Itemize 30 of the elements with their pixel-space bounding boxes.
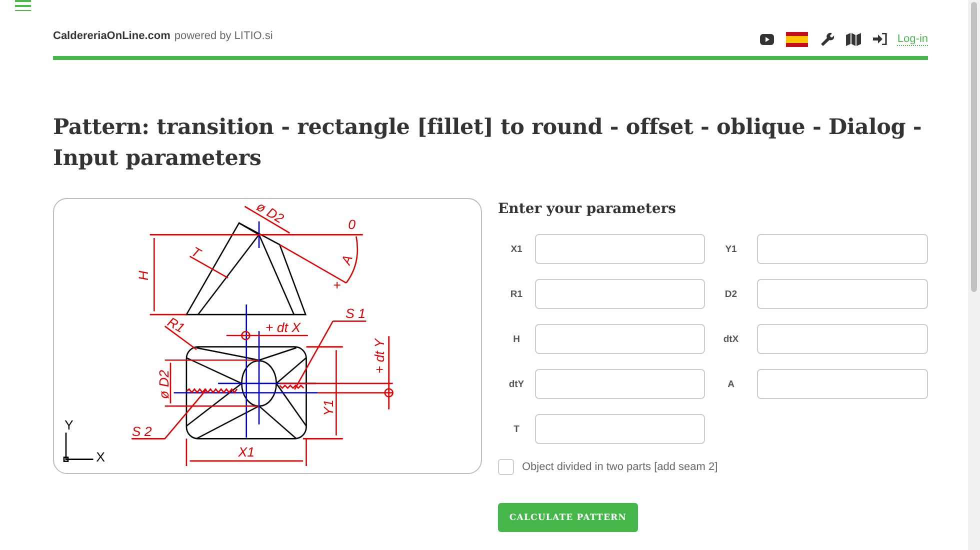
field-label: D2 (724, 288, 738, 300)
field-label: Y1 (724, 244, 738, 254)
form-heading: Enter your parameters (498, 201, 678, 217)
dimension-label: ø D2 (156, 370, 172, 399)
dimension-label: S 2 (132, 424, 152, 439)
field-label: T (512, 424, 520, 434)
dimension-label: + (333, 278, 341, 293)
dimension-label: R1 (164, 314, 188, 336)
dimension-label: H (136, 270, 152, 280)
dimension-label: + dt Y (372, 338, 387, 374)
field-label: A (726, 378, 736, 390)
dimension-label: ø D2 (254, 199, 286, 226)
dimension-label: + dt X (265, 320, 301, 336)
dimension-label: Y1 (320, 400, 336, 416)
powered-by-text: powered by LITIO.si (174, 30, 273, 42)
dimension-label: X1 (238, 444, 254, 460)
field-label: R1 (509, 288, 524, 300)
field-label: H (512, 334, 521, 344)
field-label: dtX (722, 334, 740, 344)
dimension-label: 0 (348, 217, 356, 232)
site-name[interactable]: CaldereriaOnLine.com (53, 30, 170, 42)
field-label: dtY (508, 378, 526, 390)
dimension-label: S 1 (346, 306, 366, 322)
dimension-label: T (188, 244, 204, 261)
axis-label: X (96, 449, 106, 464)
dimension-label: A (338, 253, 356, 266)
field-label: X1 (510, 244, 524, 254)
page-title: Pattern: transition - rectangle [fillet] to round - offset - oblique - Dialog - Input parameters (53, 114, 923, 173)
axis-label: Y (64, 417, 74, 432)
checkbox-label[interactable]: Object divided in two parts [add seam 2] (522, 461, 718, 473)
